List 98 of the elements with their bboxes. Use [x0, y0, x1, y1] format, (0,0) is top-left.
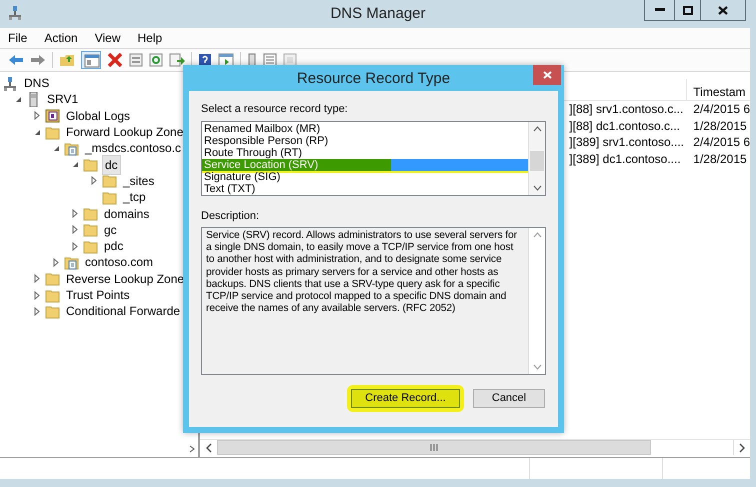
folder-icon [83, 206, 98, 222]
zone-icon [64, 254, 79, 270]
tree-item[interactable]: gc [102, 220, 119, 239]
expanded-arrow-icon[interactable] [14, 94, 23, 104]
forward-arrow-icon[interactable] [30, 54, 46, 66]
cancel-button[interactable]: Cancel [473, 389, 545, 408]
tree-item[interactable]: domains [102, 204, 152, 223]
menu-item[interactable]: Action [44, 29, 78, 47]
collapsed-arrow-icon[interactable] [90, 176, 99, 186]
tree-item[interactable]: _msdcs.contoso.c [83, 139, 184, 158]
chevron-left-icon [204, 442, 213, 452]
expanded-arrow-icon[interactable] [33, 128, 42, 137]
chevron-up-icon[interactable] [532, 231, 542, 239]
table-cell-text: 1/28/2015 [692, 118, 747, 135]
folder-up-icon[interactable] [59, 53, 75, 67]
list-label: Select a resource record type: [201, 102, 349, 117]
refresh-icon[interactable] [149, 53, 163, 67]
folder-icon [45, 124, 60, 140]
create-record-button[interactable]: Create Record... [351, 389, 460, 408]
tree-item[interactable]: Global Logs [64, 106, 132, 125]
tree-item[interactable]: _tcp [121, 188, 148, 206]
menu-item[interactable]: File [8, 29, 28, 47]
list-item[interactable]: Service Location (SRV) [202, 158, 528, 170]
table-cell-text: 2/4/2015 6 [692, 134, 750, 152]
folder-icon [83, 222, 98, 238]
scrollbar[interactable] [528, 122, 545, 194]
collapsed-arrow-icon[interactable] [71, 242, 80, 251]
collapsed-arrow-icon[interactable] [71, 225, 80, 234]
tree-item[interactable]: Trust Points [64, 286, 132, 304]
tree-item[interactable]: Forward Lookup Zone [64, 123, 186, 142]
list-item[interactable]: Responsible Person (RP) [202, 134, 528, 146]
folder-icon [83, 157, 98, 172]
chevron-up-icon[interactable] [532, 124, 542, 132]
back-arrow-icon[interactable] [8, 54, 24, 66]
window-pane-icon[interactable] [218, 53, 234, 67]
folder-icon [83, 238, 98, 254]
dialog-close-button[interactable] [533, 65, 561, 85]
list-item[interactable]: Signature (SIG) [202, 170, 528, 182]
console-tree-icon[interactable] [81, 51, 101, 69]
tree-item[interactable]: Conditional Forwarde [64, 302, 182, 320]
tree-item[interactable]: Reverse Lookup Zone [64, 270, 186, 288]
menu-item[interactable]: View [94, 29, 120, 47]
collapsed-arrow-icon[interactable] [52, 258, 61, 267]
list-item[interactable]: Text (TXT) [202, 182, 528, 194]
table-cell-text: ][88] srv1.contoso.c... [569, 101, 684, 118]
tree-item[interactable]: DNS [22, 74, 52, 92]
folder-icon [45, 304, 60, 319]
tree-item[interactable]: _sites [121, 172, 156, 190]
chevron-down-icon[interactable] [532, 363, 542, 371]
maximize-icon [682, 6, 692, 14]
folder-icon [102, 190, 117, 205]
expanded-arrow-icon[interactable] [71, 160, 80, 170]
close-icon [542, 71, 552, 79]
help-icon[interactable] [198, 52, 212, 68]
scrollbar-thumb[interactable] [217, 440, 652, 455]
tree-item[interactable]: contoso.com [83, 253, 156, 272]
properties-icon[interactable] [129, 53, 143, 67]
menu-item[interactable]: Help [138, 29, 162, 47]
folder-icon [45, 288, 60, 302]
chevron-down-icon[interactable] [532, 184, 542, 192]
export-list-icon[interactable] [169, 53, 185, 67]
table-cell-text: ][389] dc1.contoso.... [569, 150, 682, 168]
tree-item[interactable]: pdc [102, 237, 126, 256]
collapsed-arrow-icon[interactable] [33, 306, 42, 316]
table-cell-text: ][389] srv1.contoso.... [569, 134, 686, 152]
column-header[interactable]: Timestam [687, 79, 750, 100]
table-cell-text: 1/28/2015 [692, 150, 747, 168]
scrollbar[interactable] [528, 228, 545, 374]
list-item[interactable]: Renamed Mailbox (MR) [202, 122, 528, 134]
collapsed-arrow-icon[interactable] [33, 274, 42, 284]
delete-icon[interactable] [107, 53, 123, 67]
collapsed-arrow-icon[interactable] [33, 290, 42, 300]
table-cell-text: 2/4/2015 6 [692, 101, 750, 118]
dialog-title: Resource Record Type [296, 68, 450, 89]
expanded-arrow-icon[interactable] [52, 144, 61, 153]
grip-icon [430, 444, 438, 451]
document-icon[interactable] [283, 53, 297, 67]
close-icon [718, 6, 728, 14]
folder-icon [45, 271, 60, 286]
list-item[interactable]: Route Through (RT) [202, 146, 528, 158]
log-icon [45, 108, 60, 124]
collapsed-arrow-icon[interactable] [33, 111, 42, 120]
server-icon[interactable] [247, 52, 257, 68]
chevron-right-icon [738, 442, 746, 452]
list-icon[interactable] [263, 53, 277, 67]
minimize-icon [654, 8, 664, 12]
folder-icon [102, 173, 117, 188]
scrollbar-thumb[interactable] [530, 150, 544, 170]
tree-item[interactable]: dc [102, 154, 121, 175]
dns-app-icon [8, 5, 22, 21]
collapsed-arrow-icon[interactable] [71, 209, 80, 218]
window-title: DNS Manager [330, 4, 426, 24]
tree-item[interactable]: SRV1 [45, 90, 80, 108]
zone-icon [64, 140, 79, 156]
table-cell-text: ][88] dc1.contoso.c... [569, 118, 682, 135]
dns-icon [3, 76, 18, 91]
description-label: Description: [201, 208, 260, 224]
description-text: Service (SRV) record. Allows administrators to use several servers for a single DNS domain, to easily move a TCP/IP service from one host to another host with administration, and to designate some service provider hosts as primary servers for a service and other hosts as backups. DNS clients that use a SRV-type query ask for a specific TCP/IP service and protocol mapped to a specific DNS domain and receive the names of any available servers. (RFC 2052) [205, 229, 518, 316]
